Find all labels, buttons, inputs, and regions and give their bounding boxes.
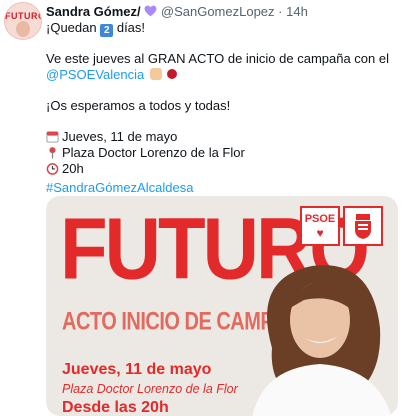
clock-icon	[46, 163, 59, 175]
tweet-line-date: Jueves, 11 de mayo	[46, 129, 177, 145]
avatar-logo-text: FUTURO	[5, 11, 42, 21]
event-date: Jueves, 11 de mayo	[62, 129, 178, 144]
tweet-line-invite: Ve este jueves al GRAN ACTO de inicio de…	[46, 51, 390, 66]
tweet-line-countdown: ¡Quedan 2 días!	[46, 20, 145, 37]
tweet-header: Sandra Gómez/ @SanGomezLopez · 14h	[46, 4, 308, 20]
tweet-line-place: Plaza Doctor Lorenzo de la Flor	[46, 145, 245, 161]
tweet-line-time: 20h	[46, 161, 84, 177]
poster-time: Desde las 20h	[62, 399, 169, 416]
rose-icon	[167, 69, 178, 79]
mention-link[interactable]: @PSOEValencia	[46, 67, 144, 82]
poster-place: Plaza Doctor Lorenzo de la Flor	[62, 382, 238, 396]
tweet-time[interactable]: 14h	[286, 4, 308, 19]
psoe-logo-text: PSOE	[304, 213, 336, 225]
countdown-prefix: ¡Quedan	[46, 20, 97, 35]
clapping-hands-icon	[149, 68, 162, 80]
tweet-line-welcome: ¡Os esperamos a todos y todas!	[46, 98, 231, 113]
event-time: 20h	[62, 161, 84, 176]
tweet-line-hashtag: #SandraGómezAlcaldesa	[46, 180, 193, 196]
poster-date: Jueves, 11 de mayo	[62, 361, 212, 378]
header-separator: ·	[278, 4, 283, 19]
tweet-line-mention: @PSOEValencia	[46, 67, 178, 83]
avatar-face	[16, 21, 30, 37]
tweet-media-image[interactable]: FUTURO ACTO INICIO DE CAMPAÑA Jueves, 11…	[46, 196, 398, 416]
countdown-suffix: días!	[116, 20, 146, 35]
calendar-icon	[46, 131, 59, 143]
heart-icon	[144, 5, 157, 17]
pin-icon	[49, 147, 56, 159]
author-name[interactable]: Sandra Gómez/	[46, 4, 141, 19]
number-badge: 2	[100, 24, 114, 37]
candidate-photo	[252, 265, 392, 416]
event-place: Plaza Doctor Lorenzo de la Flor	[62, 145, 245, 160]
author-handle[interactable]: @SanGomezLopez	[161, 4, 275, 19]
hashtag-link[interactable]: #SandraGómezAlcaldesa	[46, 180, 193, 195]
avatar[interactable]: FUTURO	[4, 2, 42, 40]
